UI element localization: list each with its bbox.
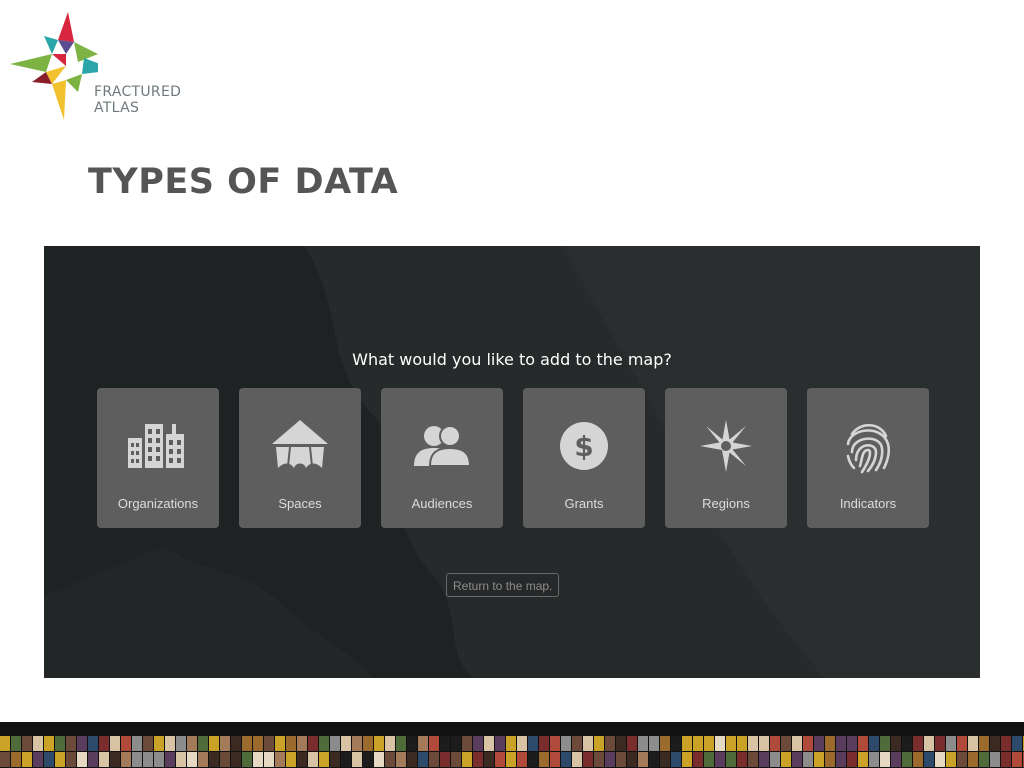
option-label: Indicators [839,496,897,511]
photo-mosaic-image [0,736,1024,767]
fractured-atlas-logo: FRACTURED ATLAS [8,10,182,125]
option-label: Organizations [117,496,199,511]
map-dialog-screenshot: What would you like to add to the map? O… [44,246,980,678]
compass-icon [700,420,752,472]
return-to-map-button[interactable]: Return to the map. [446,573,560,597]
option-label: Regions [702,496,750,511]
option-grants[interactable]: $ Grants [523,388,645,528]
option-label: Spaces [278,496,322,511]
option-label: Audiences [411,496,473,511]
people-icon [414,425,472,467]
option-organizations[interactable]: Organizations [97,388,219,528]
fingerprint-icon [846,423,891,474]
option-audiences[interactable]: Audiences [381,388,503,528]
option-label: Grants [564,496,604,511]
photo-mosaic-strip [0,722,1024,768]
logo-text-line2: ATLAS [94,100,140,116]
svg-text:$: $ [574,430,593,463]
option-indicators[interactable]: Indicators [807,388,929,528]
logo-star-icon [10,12,98,120]
logo-text-line1: FRACTURED [94,84,182,100]
option-spaces[interactable]: Spaces [239,388,361,528]
slide-title: TYPES OF DATA [88,162,399,202]
dialog-prompt: What would you like to add to the map? [352,350,672,369]
option-regions[interactable]: Regions [665,388,787,528]
tent-icon [272,420,328,468]
buildings-icon [128,424,184,468]
dollar-icon: $ [560,422,608,470]
